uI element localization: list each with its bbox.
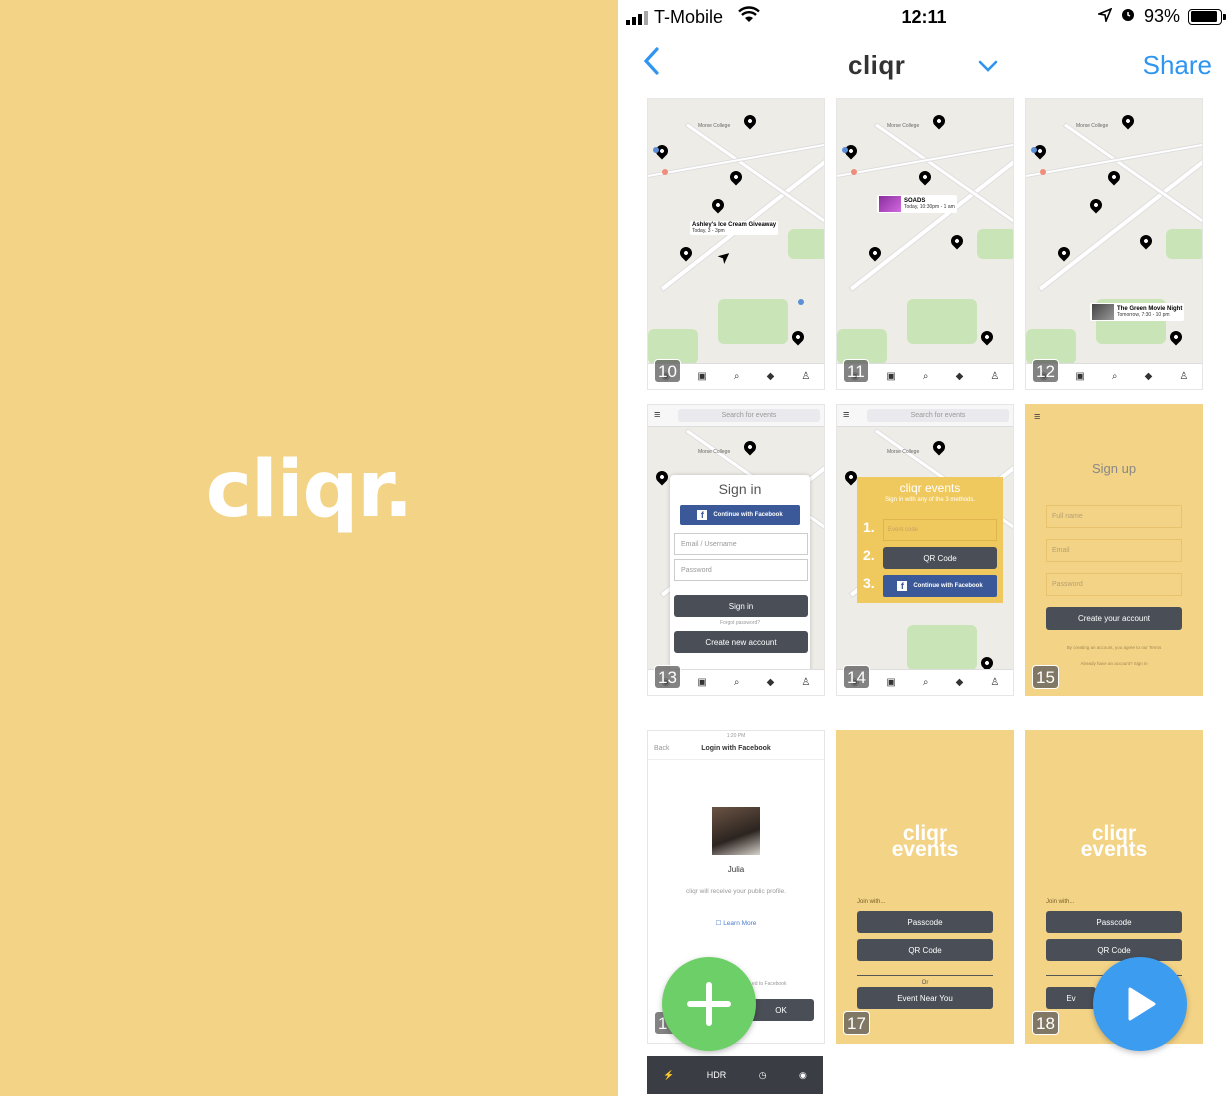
photo-number-badge: 12 (1032, 359, 1059, 383)
photo-thumbnail-12[interactable]: Morse College The Green Movie Night Tomor… (1025, 98, 1203, 390)
chevron-down-icon (978, 60, 998, 72)
event-callout: The Green Movie Night Tomorrow, 7:30 - 10… (1090, 303, 1185, 321)
plus-icon (687, 982, 731, 1026)
sign-in-card: Sign in f Continue with Facebook Email / … (670, 475, 810, 675)
camera-thumbnail[interactable]: ⚡ HDR ◷ ◉ (647, 1056, 823, 1094)
photo-number-badge: 18 (1032, 1011, 1059, 1035)
signal-icon (626, 11, 648, 25)
photo-album-screen: T-Mobile 12:11 93% cliqr Share Morse Col… (618, 0, 1230, 1096)
profile-photo (712, 807, 760, 855)
photo-thumbnail-13[interactable]: Morse College ≡ Search for events Sign in… (647, 404, 825, 696)
album-title[interactable]: cliqr (848, 50, 905, 81)
map-screenshot: Morse College Ashley's Ice Cream Giveawa… (648, 99, 824, 389)
search-bar: ≡ Search for events (648, 405, 824, 427)
map-screenshot: Morse College SOADS Today, 10:30pm - 1 am… (837, 99, 1013, 389)
screen: cliqr. T-Mobile 12:11 93% cliqr Share Mo… (0, 0, 1230, 1096)
splash-logo: cliqr. (205, 445, 414, 535)
back-button[interactable] (642, 46, 660, 85)
album-dropdown[interactable] (978, 56, 998, 77)
event-callout: Ashley's Ice Cream Giveaway Today, 3 - 3p… (690, 221, 779, 235)
photo-thumbnail-17[interactable]: cliqr events Join with... Passcode QR Co… (836, 730, 1014, 1044)
photo-number-badge: 11 (843, 359, 869, 383)
photo-thumbnail-10[interactable]: Morse College Ashley's Ice Cream Giveawa… (647, 98, 825, 390)
share-button[interactable]: Share (1143, 50, 1212, 81)
chevron-left-icon (643, 47, 659, 75)
photo-thumbnail-11[interactable]: Morse College SOADS Today, 10:30pm - 1 am… (836, 98, 1014, 390)
timer-icon: ◷ (758, 1069, 767, 1080)
location-icon (1096, 6, 1113, 27)
menu-icon: ≡ (1034, 411, 1041, 423)
wifi-icon (738, 6, 760, 29)
map-screenshot: Morse College ≡ Search for events Sign in… (648, 405, 824, 695)
photo-thumbnail-15[interactable]: ≡ Sign up Full name Email Password Creat… (1025, 404, 1203, 696)
carrier-label: T-Mobile (654, 7, 724, 27)
photo-number-badge: 14 (843, 665, 870, 689)
alarm-icon (1120, 6, 1136, 27)
map-screenshot: Morse College The Green Movie Night Tomor… (1026, 99, 1202, 389)
add-button[interactable] (662, 957, 756, 1051)
flash-icon: ⚡ (663, 1069, 675, 1080)
photo-number-badge: 10 (654, 359, 681, 383)
photo-number-badge: 13 (654, 665, 681, 689)
play-button[interactable] (1093, 957, 1187, 1051)
sign-up-screen: ≡ Sign up Full name Email Password Creat… (1026, 405, 1202, 695)
play-icon (1128, 987, 1156, 1021)
learn-more-link[interactable]: ☐ Learn More (648, 919, 824, 927)
photo-grid: Morse College Ashley's Ice Cream Giveawa… (618, 98, 1230, 1096)
navigation-bar: cliqr Share (618, 38, 1230, 94)
join-methods-card: cliqr events Sign in with any of the 3 m… (857, 477, 1003, 603)
filter-icon: ◉ (798, 1069, 807, 1080)
hdr-label: HDR (706, 1070, 727, 1080)
photo-number-badge: 17 (843, 1011, 870, 1035)
map-screenshot: Morse College ≡ Search for events cliqr e… (837, 405, 1013, 695)
search-bar: ≡ Search for events (837, 405, 1013, 427)
join-screen: cliqr events Join with... Passcode QR Co… (837, 731, 1013, 1043)
battery-percent: 93% (1143, 6, 1180, 26)
photo-number-badge: 15 (1032, 665, 1059, 689)
splash-panel: cliqr. (0, 0, 618, 1096)
status-bar: T-Mobile 12:11 93% (618, 0, 1230, 36)
battery-icon (1188, 8, 1226, 25)
photo-thumbnail-14[interactable]: Morse College ≡ Search for events cliqr e… (836, 404, 1014, 696)
event-callout: SOADS Today, 10:30pm - 1 am (877, 195, 957, 213)
